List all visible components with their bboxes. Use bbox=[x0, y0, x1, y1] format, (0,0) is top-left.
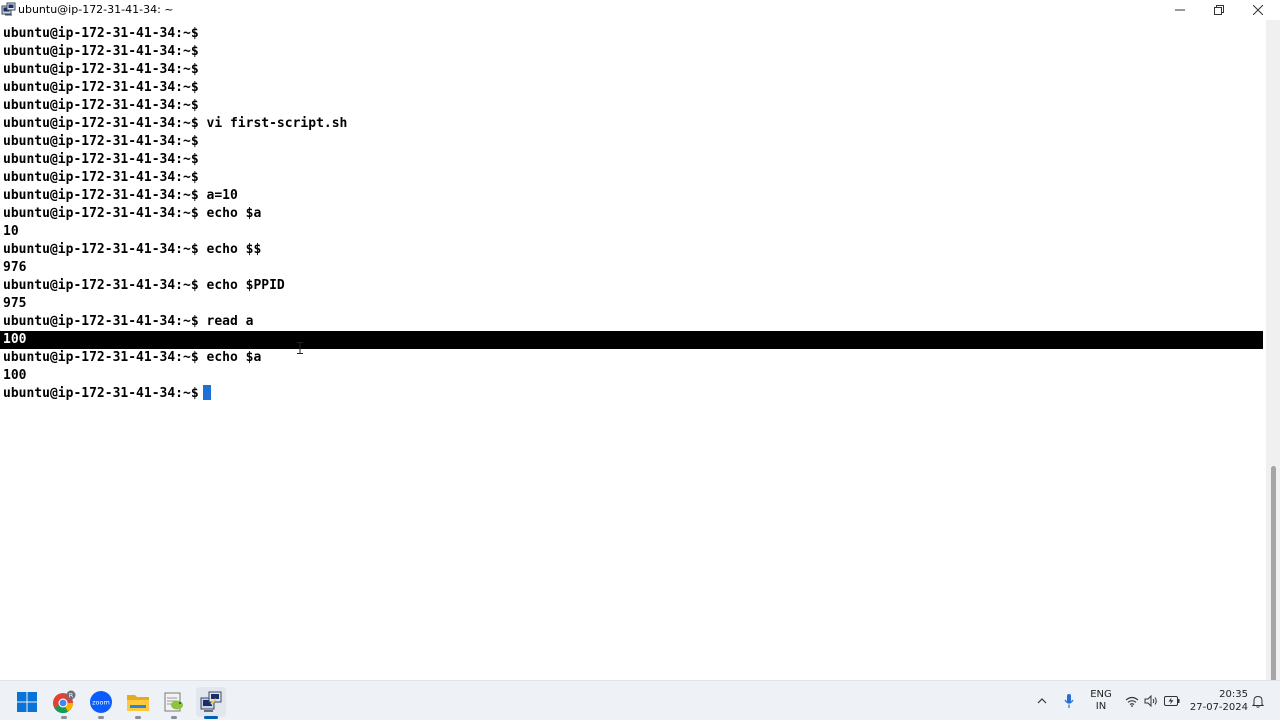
taskbar: R zoom ENG IN 20:35 27-07-2024 bbox=[0, 680, 1280, 720]
terminal-line: ubuntu@ip-172-31-41-34:~$ echo $a bbox=[3, 206, 262, 221]
notifications-button[interactable] bbox=[1250, 681, 1266, 720]
terminal-line: ubuntu@ip-172-31-41-34:~$ bbox=[3, 62, 199, 77]
wifi-icon bbox=[1125, 696, 1139, 707]
terminal-output[interactable]: ubuntu@ip-172-31-41-34:~$ ubuntu@ip-172-… bbox=[0, 25, 1266, 680]
terminal-line: ubuntu@ip-172-31-41-34:~$ echo $a bbox=[3, 350, 262, 365]
terminal-line: 100 bbox=[3, 368, 27, 383]
terminal-line: ubuntu@ip-172-31-41-34:~$ bbox=[3, 170, 199, 185]
notepad-plus-plus-icon bbox=[164, 692, 183, 712]
volume-icon bbox=[1144, 695, 1157, 707]
restore-icon bbox=[1214, 5, 1224, 15]
terminal-line: ubuntu@ip-172-31-41-34:~$ bbox=[3, 134, 199, 149]
terminal-line: ubuntu@ip-172-31-41-34:~$ vi first-scrip… bbox=[3, 116, 348, 131]
close-icon bbox=[1253, 5, 1263, 15]
terminal-line: ubuntu@ip-172-31-41-34:~$ read a bbox=[3, 314, 254, 329]
terminal-line: ubuntu@ip-172-31-41-34:~$ bbox=[3, 98, 199, 113]
chrome-icon: R bbox=[53, 690, 76, 714]
start-button[interactable] bbox=[12, 687, 42, 717]
terminal-line-selected[interactable]: 100 bbox=[0, 331, 1263, 349]
network-button[interactable] bbox=[1124, 681, 1140, 720]
show-hidden-icons-button[interactable] bbox=[1033, 681, 1051, 720]
battery-charging-icon bbox=[1164, 696, 1180, 706]
terminal-line: 975 bbox=[3, 296, 27, 311]
clock-time: 20:35 bbox=[1219, 689, 1248, 700]
running-indicator bbox=[171, 716, 177, 719]
running-indicator bbox=[61, 716, 67, 719]
scrollbar-thumb[interactable] bbox=[1271, 466, 1276, 686]
taskbar-chrome[interactable]: R bbox=[49, 687, 79, 719]
language-indicator[interactable]: ENG IN bbox=[1086, 689, 1116, 713]
language-region: IN bbox=[1095, 701, 1107, 712]
chrome-profile-badge: R bbox=[69, 692, 74, 700]
clock[interactable]: 20:35 27-07-2024 bbox=[1186, 688, 1248, 714]
vertical-scrollbar[interactable] bbox=[1266, 20, 1280, 686]
windows-start-icon bbox=[17, 692, 37, 712]
taskbar-zoom[interactable]: zoom bbox=[86, 687, 116, 719]
terminal-line: ubuntu@ip-172-31-41-34:~$ bbox=[3, 152, 199, 167]
microphone-icon bbox=[1064, 694, 1074, 708]
text-cursor bbox=[202, 385, 211, 400]
restore-button[interactable] bbox=[1199, 0, 1239, 20]
clock-date: 27-07-2024 bbox=[1189, 702, 1248, 713]
battery-button[interactable] bbox=[1162, 681, 1182, 720]
taskbar-putty[interactable] bbox=[196, 687, 226, 719]
terminal-prompt-line[interactable]: ubuntu@ip-172-31-41-34:~$ bbox=[3, 385, 211, 403]
terminal-line: ubuntu@ip-172-31-41-34:~$ a=10 bbox=[3, 188, 238, 203]
running-indicator bbox=[135, 716, 141, 719]
terminal-line: 976 bbox=[3, 260, 27, 275]
terminal-line: ubuntu@ip-172-31-41-34:~$ bbox=[3, 80, 199, 95]
terminal-prompt: ubuntu@ip-172-31-41-34:~$ bbox=[3, 386, 199, 401]
bell-icon bbox=[1252, 695, 1264, 708]
terminal-line: 10 bbox=[3, 224, 19, 239]
close-button[interactable] bbox=[1238, 0, 1278, 20]
terminal-line: ubuntu@ip-172-31-41-34:~$ echo $PPID bbox=[3, 278, 285, 293]
taskbar-file-explorer[interactable] bbox=[123, 687, 153, 719]
minimize-icon bbox=[1175, 9, 1185, 11]
terminal-line: ubuntu@ip-172-31-41-34:~$ bbox=[3, 26, 199, 41]
language-code: ENG bbox=[1090, 689, 1112, 700]
minimize-button[interactable] bbox=[1160, 0, 1200, 20]
window-title: ubuntu@ip-172-31-41-34: ~ bbox=[18, 3, 174, 16]
taskbar-notepad-plus-plus[interactable] bbox=[159, 687, 189, 719]
putty-icon bbox=[1, 2, 16, 17]
terminal-line: ubuntu@ip-172-31-41-34:~$ bbox=[3, 44, 199, 59]
zoom-label: zoom bbox=[92, 699, 110, 707]
chevron-up-icon bbox=[1037, 698, 1047, 704]
volume-button[interactable] bbox=[1143, 681, 1159, 720]
file-explorer-icon bbox=[127, 695, 149, 711]
running-indicator bbox=[98, 716, 104, 719]
terminal-line: ubuntu@ip-172-31-41-34:~$ echo $$ bbox=[3, 242, 262, 257]
zoom-icon: zoom bbox=[90, 691, 112, 713]
title-bar[interactable]: ubuntu@ip-172-31-41-34: ~ bbox=[0, 0, 1280, 20]
active-indicator bbox=[204, 716, 218, 719]
ibeam-cursor-icon bbox=[297, 342, 303, 354]
microphone-button[interactable] bbox=[1060, 681, 1078, 720]
putty-icon bbox=[200, 691, 222, 712]
